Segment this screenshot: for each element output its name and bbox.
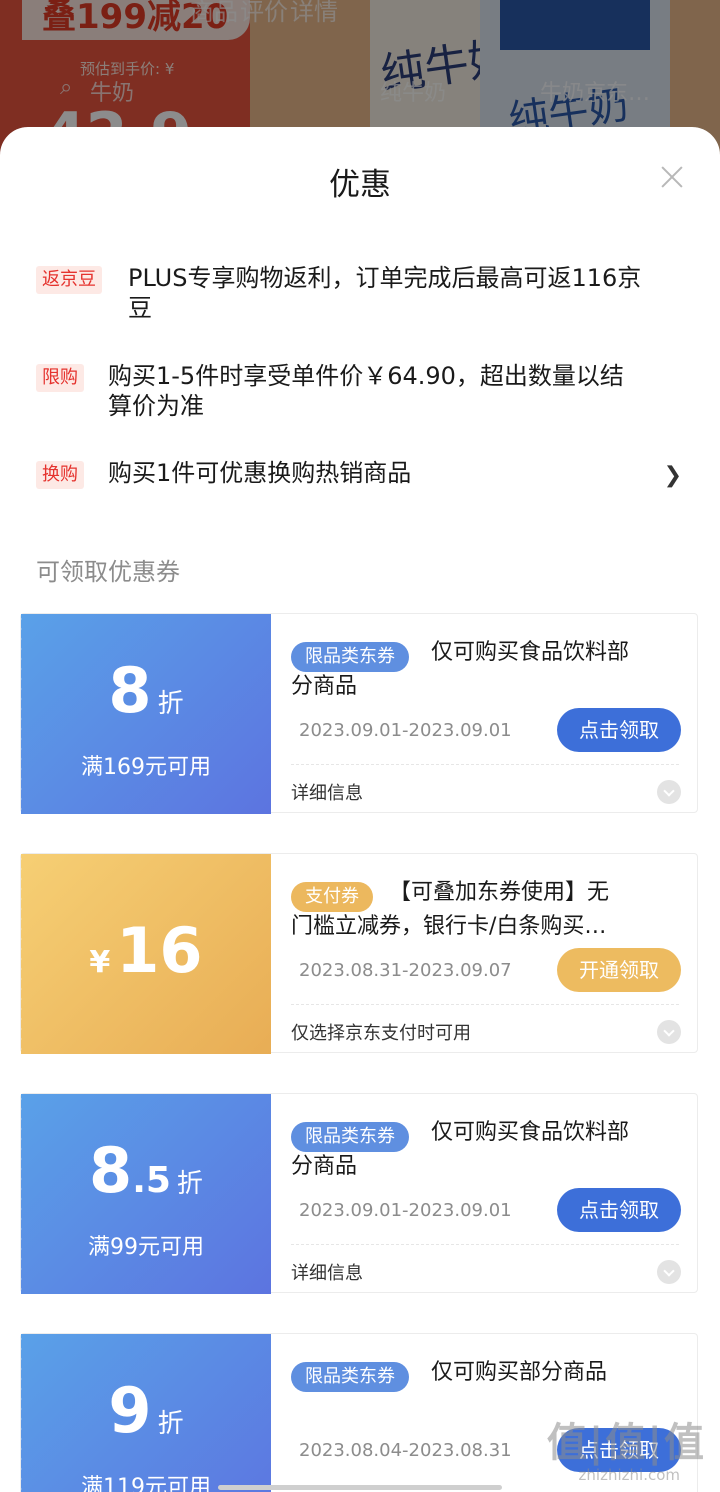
- coupon-validity: 2023.09.01-2023.09.01: [299, 720, 512, 741]
- coupon-card: 8.5 折 满99元可用 限品类东券 仅可购买食品饮料部 分商品 2023.09.…: [20, 1093, 699, 1294]
- coupon-value-panel: 8.5 折 满99元可用: [21, 1094, 271, 1294]
- coupon-desc-line2: 分商品: [291, 1154, 358, 1179]
- coupon-value: ¥16: [21, 914, 271, 987]
- coupon-value-panel: 8折 满169元可用: [21, 614, 271, 814]
- coupon-details-link[interactable]: 详细信息: [291, 1259, 363, 1285]
- coupon-usage-note[interactable]: 仅选择京东支付时可用: [291, 1019, 471, 1045]
- coupon-validity: 2023.09.01-2023.09.01: [299, 1200, 512, 1221]
- discount-value-dec: .5: [132, 1160, 171, 1201]
- coupon-card: 8折 满169元可用 限品类东券 仅可购买食品饮料部 分商品 2023.09.0…: [20, 613, 699, 814]
- discount-unit: 折: [157, 1409, 184, 1439]
- promo-badge-jingdou: 返京豆: [36, 266, 102, 294]
- coupon-condition: 满99元可用: [88, 1235, 204, 1260]
- activate-claim-button[interactable]: 开通领取: [557, 948, 681, 992]
- coupon-desc-line1: 【可叠加东券使用】无: [389, 880, 610, 905]
- promotions-sheet: 优惠 返京豆 PLUS专享购物返利，订单完成后最高可返116京 豆 限购 购买1…: [0, 127, 720, 1492]
- coupon-card: ¥16 支付券 【可叠加东券使用】无 门槛立减券，银行卡/白条购买… 2023.…: [20, 853, 699, 1054]
- coupon-details-link[interactable]: 详细信息: [291, 779, 363, 805]
- home-indicator[interactable]: [218, 1485, 502, 1490]
- coupon-value: 8折: [21, 654, 271, 727]
- coupon-desc-line2: 门槛立减券，银行卡/白条购买…: [291, 914, 607, 939]
- promo-row-jingdou: 返京豆 PLUS专享购物返利，订单完成后最高可返116京 豆: [36, 262, 696, 332]
- promo-row-exchange[interactable]: 换购 购买1件可优惠换购热销商品 ❯: [36, 457, 696, 497]
- promo-badge-exchange: 换购: [36, 461, 84, 489]
- coupon-validity: 2023.08.04-2023.08.31: [299, 1440, 512, 1461]
- divider: [291, 1244, 679, 1245]
- coupon-description: 仅可购买食品饮料部 分商品: [291, 636, 671, 704]
- currency-symbol: ¥: [89, 945, 111, 980]
- coupon-desc-line1: 仅可购买部分商品: [431, 1360, 608, 1385]
- discount-value: 9: [108, 1374, 152, 1447]
- coupon-section-title: 可领取优惠券: [36, 558, 180, 586]
- chevron-down-icon[interactable]: [657, 1020, 681, 1044]
- coupon-description: 【可叠加东券使用】无 门槛立减券，银行卡/白条购买…: [291, 876, 671, 944]
- promo-text: 购买1件可优惠换购热销商品: [108, 459, 412, 487]
- coupon-info: 限品类东券 仅可购买食品饮料部 分商品 2023.09.01-2023.09.0…: [271, 1094, 699, 1294]
- coupon-value: 8.5 折: [21, 1134, 271, 1207]
- promo-row-limit: 限购 购买1-5件时享受单件价￥64.90，超出数量以结 算价为准: [36, 360, 696, 430]
- divider: [291, 764, 679, 765]
- discount-amount: 16: [116, 914, 203, 987]
- chevron-down-icon[interactable]: [657, 780, 681, 804]
- divider: [291, 1004, 679, 1005]
- promo-text-line1: 购买1-5件时享受单件价￥64.90，超出数量以结: [108, 362, 624, 390]
- discount-value: 8: [108, 654, 152, 727]
- coupon-value-panel: ¥16: [21, 854, 271, 1054]
- chevron-down-icon[interactable]: [657, 1260, 681, 1284]
- promo-text-line1: PLUS专享购物返利，订单完成后最高可返116京: [128, 264, 642, 292]
- watermark-logo: 值|值|值: [546, 1420, 706, 1466]
- watermark-url: zhizhizhi.com: [578, 1466, 680, 1484]
- coupon-value-panel: 9折 满119元可用: [21, 1334, 271, 1492]
- coupon-condition: 满169元可用: [81, 755, 211, 780]
- claim-button[interactable]: 点击领取: [557, 708, 681, 752]
- discount-value-int: 8: [89, 1134, 133, 1207]
- promo-text-line2: 算价为准: [108, 392, 204, 420]
- coupon-desc-line1: 仅可购买食品饮料部: [431, 640, 630, 665]
- coupon-info: 限品类东券 仅可购买食品饮料部 分商品 2023.09.01-2023.09.0…: [271, 614, 699, 814]
- coupon-description: 仅可购买部分商品: [291, 1356, 671, 1390]
- sheet-title: 优惠: [329, 167, 391, 203]
- coupon-desc-line2: 分商品: [291, 674, 358, 699]
- coupon-description: 仅可购买食品饮料部 分商品: [291, 1116, 671, 1184]
- discount-unit: 折: [157, 689, 184, 719]
- promo-badge-limit: 限购: [36, 364, 84, 392]
- close-icon[interactable]: [656, 161, 688, 193]
- coupon-value: 9折: [21, 1374, 271, 1447]
- coupon-desc-line1: 仅可购买食品饮料部: [431, 1120, 630, 1145]
- chevron-right-icon[interactable]: ❯: [664, 463, 682, 488]
- claim-button[interactable]: 点击领取: [557, 1188, 681, 1232]
- coupon-validity: 2023.08.31-2023.09.07: [299, 960, 512, 981]
- discount-unit: 折: [176, 1169, 203, 1199]
- coupon-info: 支付券 【可叠加东券使用】无 门槛立减券，银行卡/白条购买… 2023.08.3…: [271, 854, 699, 1054]
- promo-text-line2: 豆: [128, 294, 152, 322]
